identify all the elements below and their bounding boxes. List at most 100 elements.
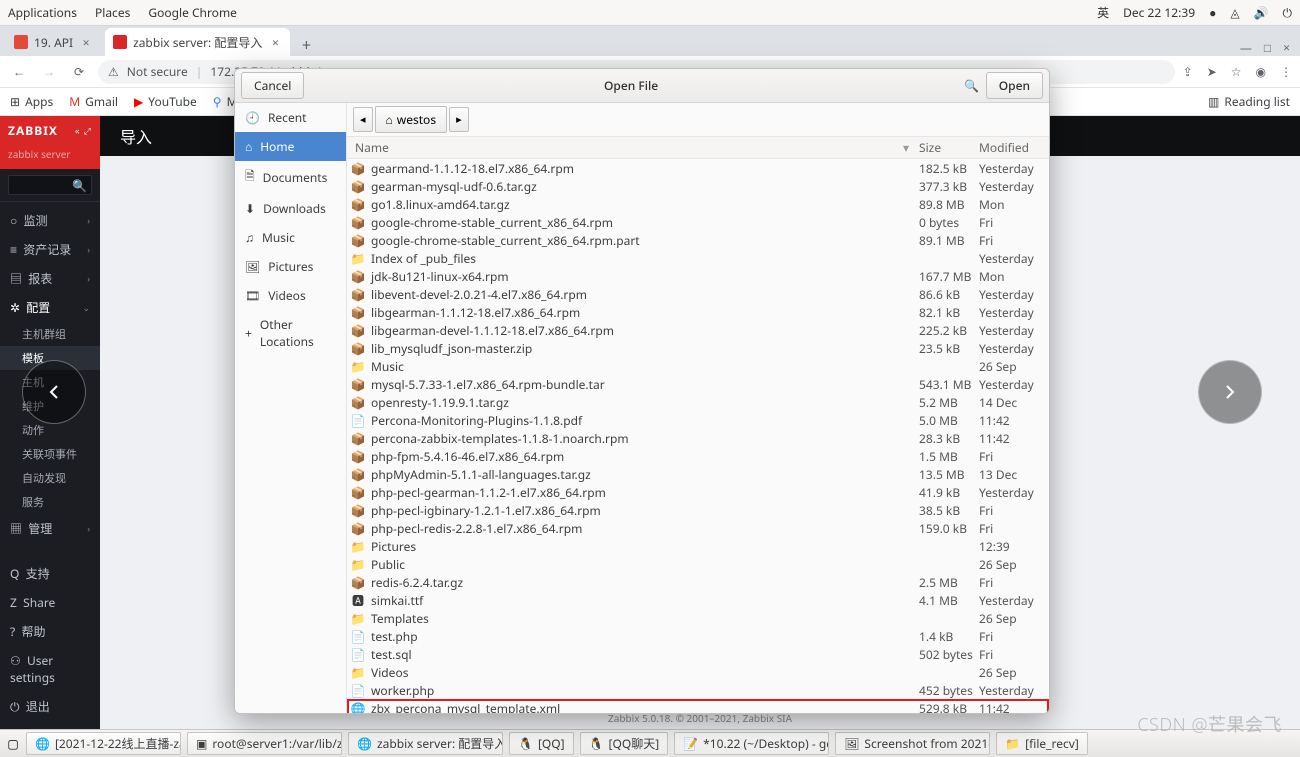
file-row[interactable]: 📦google-chrome-stable_current_x86_64.rpm… [347, 213, 1049, 231]
cancel-button[interactable]: Cancel [241, 72, 304, 99]
minimize-icon[interactable]: — [1240, 39, 1252, 56]
volume-icon[interactable]: 🔊 [1254, 4, 1269, 21]
footer-nav-item[interactable]: Q 支持 [0, 559, 100, 588]
footer-nav-item[interactable]: Z Share [0, 588, 100, 617]
file-row[interactable]: 📦php-fpm-5.4.16-46.el7.x86_64.rpm1.5 MBF… [347, 447, 1049, 465]
maximize-icon[interactable]: □ [1264, 39, 1271, 56]
back-button[interactable]: ← [8, 61, 30, 83]
file-row[interactable]: 📦mysql-5.7.33-1.el7.x86_64.rpm-bundle.ta… [347, 375, 1049, 393]
place-recent[interactable]: 🕘Recent [235, 103, 346, 132]
forward-button[interactable]: → [38, 61, 60, 83]
taskbar-item[interactable]: 📝*10.22 (~/Desktop) - ge... [674, 732, 829, 755]
file-row[interactable]: 📄test.php1.4 kBFri [347, 627, 1049, 645]
taskbar-item[interactable]: 🖼Screenshot from 2021-1... [835, 732, 990, 755]
file-row[interactable]: 📦jdk-8u121-linux-x64.rpm167.7 MBMon [347, 267, 1049, 285]
file-row[interactable]: 📦go1.8.linux-amd64.tar.gz89.8 MBMon [347, 195, 1049, 213]
browser-tab[interactable]: 19. API × [6, 28, 101, 56]
reading-list[interactable]: ▥Reading list [1208, 93, 1290, 110]
taskbar-item[interactable]: 🌐[2021-12-22线上直播-za... [26, 732, 181, 755]
file-row[interactable]: 🅰simkai.ttf4.1 MBYesterday [347, 591, 1049, 609]
close-icon[interactable]: × [79, 34, 93, 51]
taskbar-item[interactable]: 🐧[QQ聊天] [580, 732, 669, 755]
footer-nav-item[interactable]: ⚇ User settings [0, 646, 100, 692]
file-row[interactable]: 📦percona-zabbix-templates-1.1.8-1.noarch… [347, 429, 1049, 447]
sidebar-sub-item[interactable]: 关联项事件 [0, 442, 100, 466]
sidebar-item-0[interactable]: ○ 监测› [0, 206, 100, 235]
file-row[interactable]: 📁Videos26 Sep [347, 663, 1049, 681]
show-desktop[interactable]: ▢ [6, 735, 20, 752]
column-size[interactable]: Size [919, 139, 979, 156]
place-docs[interactable]: 🗎Documents [235, 161, 346, 194]
place-pics[interactable]: 🖼Pictures [235, 252, 346, 281]
file-list[interactable]: 📦gearmand-1.1.12-18.el7.x86_64.rpm182.5 … [347, 159, 1049, 713]
file-row[interactable]: 📦gearman-mysql-udf-0.6.tar.gz377.3 kBYes… [347, 177, 1049, 195]
open-button[interactable]: Open [986, 72, 1043, 99]
file-row[interactable]: 📁Templates26 Sep [347, 609, 1049, 627]
file-row[interactable]: 📄Percona-Monitoring-Plugins-1.1.8.pdf5.0… [347, 411, 1049, 429]
taskbar-item[interactable]: ▣root@server1:/var/lib/za... [187, 732, 342, 755]
file-row[interactable]: 📦phpMyAdmin-5.1.1-all-languages.tar.gz13… [347, 465, 1049, 483]
file-row[interactable]: 📦php-pecl-gearman-1.1.2-1.el7.x86_64.rpm… [347, 483, 1049, 501]
path-forward[interactable]: ▸ [449, 107, 469, 132]
bookmark-gmail[interactable]: MGmail [69, 93, 118, 110]
file-row[interactable]: 📦google-chrome-stable_current_x86_64.rpm… [347, 231, 1049, 249]
path-back[interactable]: ◂ [353, 107, 373, 132]
place-other[interactable]: +Other Locations [235, 310, 346, 356]
browser-tab[interactable]: zabbix server: 配置导入 × [105, 28, 290, 56]
zabbix-logo[interactable]: ZABBIX « ⤢ [0, 116, 100, 145]
file-row[interactable]: 📦openresty-1.19.9.1.tar.gz5.2 MB14 Dec [347, 393, 1049, 411]
taskbar-item[interactable]: 📁[file_recv] [996, 732, 1088, 755]
menu-icon[interactable]: ⋮ [1280, 63, 1292, 80]
profile-icon[interactable]: ◉ [1256, 63, 1266, 80]
bookmark-apps[interactable]: ⊞Apps [10, 93, 53, 110]
column-name[interactable]: Name▾ [347, 139, 919, 156]
file-row[interactable]: 📁Pictures12:39 [347, 537, 1049, 555]
close-icon[interactable]: × [268, 34, 282, 51]
reload-button[interactable]: ⟳ [68, 61, 90, 83]
network-icon[interactable]: ◬ [1230, 4, 1239, 21]
place-vids[interactable]: 🎞Videos [235, 281, 346, 310]
taskbar-item[interactable]: 🌐zabbix server: 配置导入 -... [348, 732, 503, 755]
input-lang[interactable]: 英 [1097, 4, 1109, 21]
file-row[interactable]: 📦libgearman-1.1.12-18.el7.x86_64.rpm82.1… [347, 303, 1049, 321]
applications-menu[interactable]: Applications [8, 4, 77, 21]
sidebar-sub-item[interactable]: 主机群组 [0, 322, 100, 346]
file-row[interactable]: 📦php-pecl-redis-2.2.8-1.el7.x86_64.rpm15… [347, 519, 1049, 537]
place-music[interactable]: ♫Music [235, 223, 346, 252]
file-row[interactable]: 📦lib_mysqludf_json-master.zip23.5 kBYest… [347, 339, 1049, 357]
file-row[interactable]: 📦libgearman-devel-1.1.12-18.el7.x86_64.r… [347, 321, 1049, 339]
file-row[interactable]: 📦gearmand-1.1.12-18.el7.x86_64.rpm182.5 … [347, 159, 1049, 177]
footer-nav-item[interactable]: ? 帮助 [0, 617, 100, 646]
file-row[interactable]: 📁Index of _pub_filesYesterday [347, 249, 1049, 267]
close-icon[interactable]: × [1283, 39, 1290, 56]
path-segment-home[interactable]: ⌂westos [375, 106, 448, 133]
column-modified[interactable]: Modified [979, 139, 1049, 156]
carousel-next[interactable] [1198, 360, 1262, 424]
footer-nav-item[interactable]: ⏻ 退出 [0, 692, 100, 721]
bookmark-youtube[interactable]: ▶YouTube [134, 93, 197, 110]
search-input[interactable]: 🔍 [8, 175, 92, 195]
sidebar-item-2[interactable]: ▤ 报表› [0, 264, 100, 293]
file-row[interactable]: 📦redis-6.2.4.tar.gz2.5 MBFri [347, 573, 1049, 591]
file-row[interactable]: 📄test.sql502 bytesFri [347, 645, 1049, 663]
sidebar-item-1[interactable]: ≡ 资产记录› [0, 235, 100, 264]
file-row[interactable]: 📦php-pecl-igbinary-1.2.1-1.el7.x86_64.rp… [347, 501, 1049, 519]
star-icon[interactable]: ☆ [1231, 63, 1242, 80]
search-button[interactable]: 🔍 [958, 73, 986, 99]
sidebar-item-3[interactable]: ✲ 配置⌄ [0, 293, 100, 322]
carousel-prev[interactable] [22, 360, 86, 424]
file-row[interactable]: 📦libevent-devel-2.0.21-4.el7.x86_64.rpm8… [347, 285, 1049, 303]
clock[interactable]: Dec 22 12:39 [1123, 4, 1195, 21]
share-icon[interactable]: ⇪ [1183, 63, 1193, 80]
file-row[interactable]: 📁Public26 Sep [347, 555, 1049, 573]
file-row[interactable]: 📁Music26 Sep [347, 357, 1049, 375]
file-row[interactable]: 🌐zbx_percona_mysql_template.xml529.8 kB1… [347, 699, 1049, 713]
taskbar-item[interactable]: 🐧[QQ] [509, 732, 574, 755]
send-icon[interactable]: ➤ [1207, 63, 1217, 80]
sidebar-item-4[interactable]: ▦ 管理› [0, 514, 100, 543]
power-icon[interactable]: ⏻ [1283, 4, 1293, 21]
sidebar-sub-item[interactable]: 服务 [0, 490, 100, 514]
places-menu[interactable]: Places [95, 4, 130, 21]
place-home[interactable]: ⌂Home [235, 132, 346, 161]
chrome-menu[interactable]: Google Chrome [148, 4, 237, 21]
